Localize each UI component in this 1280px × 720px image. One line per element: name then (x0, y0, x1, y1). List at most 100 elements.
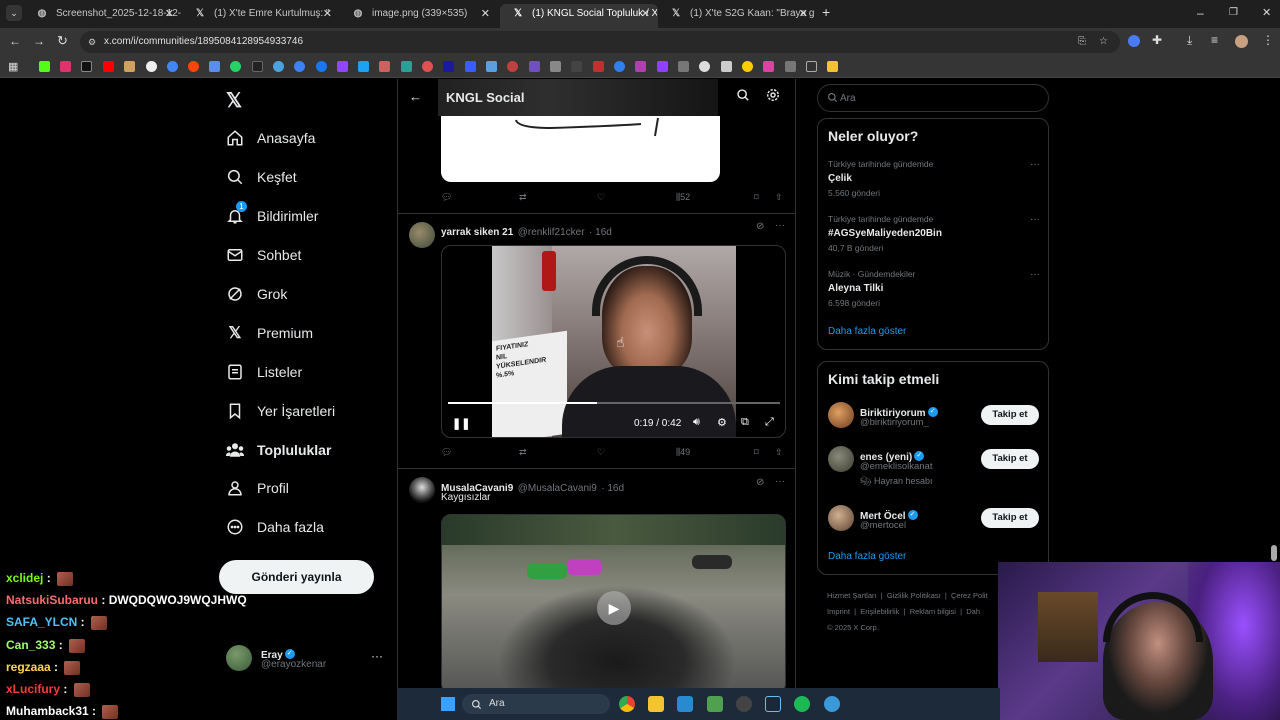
nav-item-grok[interactable]: Grok (226, 279, 287, 309)
taskbar-search[interactable]: Ara (462, 694, 610, 714)
apps-icon[interactable]: ▦ (8, 60, 18, 73)
follow-button[interactable]: Takip et (981, 508, 1039, 528)
restore-icon[interactable]: ❐ (1229, 7, 1238, 18)
nav-item-profile[interactable]: Profil (226, 473, 289, 503)
pip-icon[interactable]: ⧉ (741, 416, 749, 429)
reply-icon[interactable]: 💬︎ (441, 447, 452, 458)
video-progress-track[interactable] (448, 402, 780, 404)
bookmark-icon[interactable] (657, 61, 668, 72)
address-bar[interactable]: ⚙ x.com/i/communities/189508412895493374… (80, 31, 1120, 53)
bookmark-icon[interactable] (81, 61, 92, 72)
forward-icon[interactable]: → (33, 34, 45, 48)
settings-icon[interactable] (766, 88, 780, 107)
bookmark-icon[interactable] (678, 61, 689, 72)
folder-icon[interactable] (648, 696, 664, 712)
bookmark-icon[interactable] (635, 61, 646, 72)
post-author-handle[interactable]: @MusalaCavani9 (518, 483, 597, 494)
bookmark-icon[interactable] (273, 61, 284, 72)
bookmark-icon[interactable] (167, 61, 178, 72)
like-icon[interactable]: ♡ (597, 192, 605, 203)
nav-item-bookmarks[interactable]: Yer İşaretleri (226, 396, 335, 426)
back-icon[interactable]: ← (9, 34, 21, 48)
bookmark-icon[interactable] (103, 61, 114, 72)
bookmark-icon[interactable] (209, 61, 220, 72)
post-author-handle[interactable]: @renklif21cker (518, 227, 585, 238)
reload-icon[interactable]: ↻ (57, 33, 68, 49)
bookmark-icon[interactable] (699, 61, 710, 72)
bookmark-icon[interactable]: ⌑ (754, 192, 759, 203)
post-author-name[interactable]: yarrak siken 21 (441, 227, 513, 238)
more-options-icon[interactable]: ··· (1030, 214, 1040, 225)
bookmark-icon[interactable] (785, 61, 796, 72)
bookmark-icon[interactable] (721, 61, 732, 72)
video-thumbnail[interactable]: ▶ (441, 514, 786, 694)
browser-tab[interactable]: ◍ Screenshot_2025-12-18-12-29- ✕ (24, 4, 182, 28)
bookmark-icon[interactable] (230, 61, 241, 72)
bookmark-icon[interactable] (316, 61, 327, 72)
back-arrow-icon[interactable]: ← (409, 89, 422, 104)
bookmark-icon[interactable] (252, 61, 263, 72)
bookmark-star-icon[interactable]: ☆ (1099, 31, 1108, 53)
minimize-icon[interactable]: – (1197, 6, 1204, 20)
show-more-link[interactable]: Daha fazla göster (828, 326, 906, 337)
more-options-icon[interactable]: ··· (775, 476, 785, 487)
bookmark-icon[interactable] (379, 61, 390, 72)
volume-icon[interactable]: 🔊︎ (693, 416, 700, 429)
bookmark-icon[interactable] (146, 61, 157, 72)
footer-link[interactable]: Erişilebilirlik (860, 607, 899, 616)
nav-item-lists[interactable]: Listeler (226, 357, 302, 387)
folder-icon[interactable] (827, 61, 838, 72)
repost-icon[interactable]: ⇄ (519, 447, 527, 458)
bookmark-icon[interactable] (486, 61, 497, 72)
grok-icon[interactable]: ⊘ (756, 221, 764, 232)
install-icon[interactable]: ⎘ (1078, 31, 1086, 53)
windows-start-icon[interactable] (441, 697, 455, 711)
bookmark-icon[interactable] (742, 61, 753, 72)
share-icon[interactable]: ⇧ (775, 447, 783, 458)
search-icon[interactable] (736, 88, 750, 107)
app-icon[interactable] (736, 696, 752, 712)
network-icon[interactable] (824, 696, 840, 712)
post-time[interactable]: · 16d (589, 227, 612, 238)
nav-item-communities[interactable]: Topluluklar (226, 435, 331, 465)
profile-avatar-icon[interactable] (1235, 35, 1248, 48)
scrollbar[interactable] (1271, 545, 1277, 561)
footer-link[interactable]: Reklam bilgisi (910, 607, 956, 616)
browser-tab[interactable]: 𝕏 (1) X'te Emre Kurtulmuş: " ✕ (182, 4, 340, 28)
bookmark-icon[interactable] (465, 61, 476, 72)
like-icon[interactable]: ♡ (597, 447, 605, 458)
trend-item[interactable]: Türkiye tarihinde gündemde Çelik 5.560 g… (828, 159, 1040, 198)
bookmark-icon[interactable] (401, 61, 412, 72)
trend-item[interactable]: Müzik · Gündemdekiler Aleyna Tilki 6.598… (828, 269, 1040, 308)
media-icon[interactable]: ≡ (1211, 33, 1218, 47)
settings-icon[interactable]: ⚙ (717, 416, 727, 429)
pause-icon[interactable]: ❚❚ (452, 417, 470, 430)
bookmark-icon[interactable] (337, 61, 348, 72)
download-icon[interactable]: ⤓ (1187, 33, 1192, 48)
steam-icon[interactable] (765, 696, 781, 712)
bookmark-icon[interactable] (763, 61, 774, 72)
fullscreen-icon[interactable]: ⤢ (765, 416, 774, 429)
bookmark-icon[interactable] (358, 61, 369, 72)
bookmark-icon[interactable] (443, 61, 454, 72)
account-switcher[interactable]: Eray ✓ @erayozkenar ··· (226, 643, 386, 675)
bookmark-icon[interactable] (806, 61, 817, 72)
bookmark-icon[interactable] (60, 61, 71, 72)
bookmark-icon[interactable] (593, 61, 604, 72)
avatar[interactable] (409, 477, 435, 503)
browser-tab-active[interactable]: 𝕏 (1) KNGL Social Topluluk / X ✕ (500, 4, 658, 28)
close-window-icon[interactable]: ✕ (1262, 6, 1271, 19)
bookmark-icon[interactable] (571, 61, 582, 72)
footer-link[interactable]: Imprint (827, 607, 850, 616)
bookmark-icon[interactable] (614, 61, 625, 72)
nav-item-home[interactable]: Anasayfa (226, 123, 315, 153)
more-options-icon[interactable]: ··· (1030, 159, 1040, 170)
follow-button[interactable]: Takip et (981, 449, 1039, 469)
close-tab-icon[interactable]: ✕ (799, 4, 808, 24)
trend-item[interactable]: Türkiye tarihinde gündemde #AGSyeMaliyed… (828, 214, 1040, 253)
grok-icon[interactable]: ⊘ (756, 477, 764, 488)
repost-icon[interactable]: ⇄ (519, 192, 527, 203)
extension-icon[interactable] (1128, 35, 1140, 47)
bookmark-icon[interactable] (507, 61, 518, 72)
share-icon[interactable]: ⇧ (775, 192, 783, 203)
